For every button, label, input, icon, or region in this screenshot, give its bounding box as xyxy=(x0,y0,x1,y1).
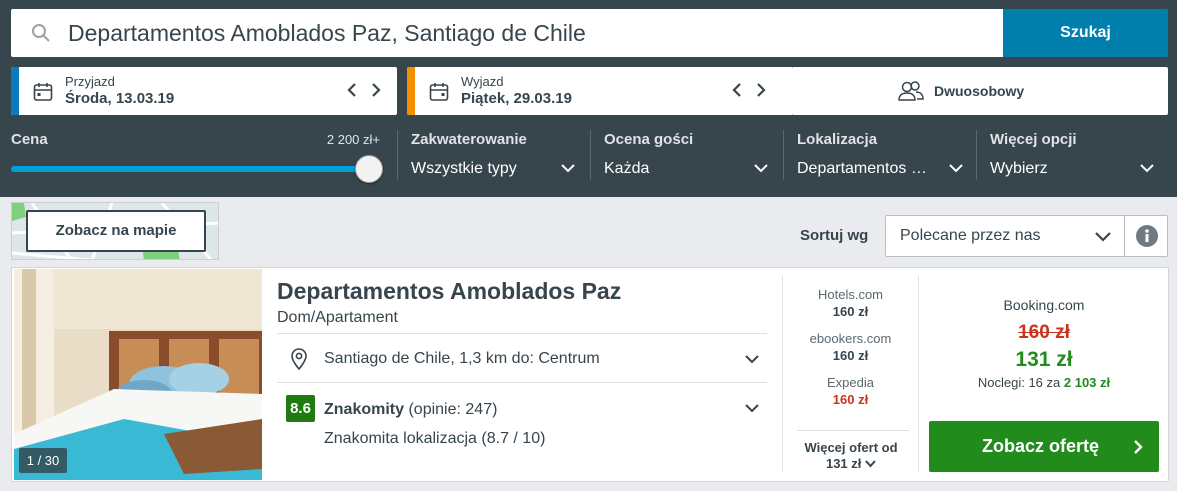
location-filter[interactable]: Lokalizacja Departamentos … xyxy=(797,131,963,177)
checkin-accent xyxy=(11,67,19,115)
more-offers-price: 131 zł xyxy=(825,456,862,471)
chevron-down-icon xyxy=(745,355,759,364)
accommodation-filter[interactable]: Zakwaterowanie Wszystkie typy xyxy=(411,131,577,177)
prev-day-icon[interactable] xyxy=(343,80,361,100)
rating-filter-label: Ocena gości xyxy=(604,131,694,148)
price-slider-track[interactable] xyxy=(11,166,369,172)
divider xyxy=(783,130,784,180)
price-option[interactable]: ebookers.com 160 zł xyxy=(783,331,918,363)
search-button[interactable]: Szukaj xyxy=(1003,9,1168,57)
chevron-down-icon xyxy=(754,164,768,173)
divider xyxy=(918,276,919,472)
more-options-value: Wybierz xyxy=(990,160,1048,177)
review-count: (opinie: 247) xyxy=(408,401,498,418)
guests-label: Dwuosobowy xyxy=(934,83,1025,99)
hotel-type: Dom/Apartament xyxy=(277,309,398,326)
view-offer-button[interactable]: Zobacz ofertę xyxy=(929,421,1159,472)
sort-value: Polecane przez nas xyxy=(900,227,1041,244)
calendar-icon xyxy=(33,83,53,101)
map-pin-icon xyxy=(291,348,307,370)
accommodation-filter-value: Wszystkie typy xyxy=(411,160,517,177)
checkin-date[interactable]: Przyjazd Środa, 13.03.19 xyxy=(11,67,397,115)
chevron-down-icon xyxy=(745,404,759,413)
current-price: 131 zł xyxy=(1015,348,1073,371)
checkout-label: Wyjazd xyxy=(461,74,504,89)
checkin-value: Środa, 13.03.19 xyxy=(65,90,175,107)
provider-name: Expedia xyxy=(827,375,874,390)
total-price: 2 103 zł xyxy=(1063,375,1111,390)
price-filter[interactable]: Cena 2 200 zł+ xyxy=(11,131,381,149)
provider-price: 160 zł xyxy=(832,348,869,363)
search-icon xyxy=(32,24,50,42)
location-filter-value: Departamentos … xyxy=(797,160,927,177)
price-option[interactable]: Expedia 160 zł xyxy=(783,375,918,407)
price-filter-label: Cena xyxy=(11,131,48,148)
rating-word: Znakomity xyxy=(324,401,405,418)
view-offer-label: Zobacz ofertę xyxy=(982,436,1100,456)
prev-day-icon[interactable] xyxy=(728,80,746,100)
people-icon xyxy=(898,81,924,101)
old-price: 160 zł xyxy=(1018,322,1070,343)
provider-name: Hotels.com xyxy=(817,287,884,302)
calendar-icon xyxy=(429,83,449,101)
show-map-button[interactable]: Zobacz na mapie xyxy=(26,210,206,252)
price-option[interactable]: Hotels.com 160 zł xyxy=(783,287,918,319)
chevron-down-icon xyxy=(949,164,963,173)
checkout-value: Piątek, 29.03.19 xyxy=(461,90,572,107)
chevron-right-icon xyxy=(1134,440,1143,454)
nights-text: Noclegi: 16 za xyxy=(977,375,1061,390)
chevron-down-icon xyxy=(561,164,575,173)
provider-name: ebookers.com xyxy=(809,331,892,346)
accommodation-filter-label: Zakwaterowanie xyxy=(411,131,527,148)
next-day-icon[interactable] xyxy=(752,80,770,100)
sort-label: Sortuj wg xyxy=(800,227,869,244)
price-slider-handle[interactable] xyxy=(355,155,383,183)
checkout-accent xyxy=(407,67,415,115)
rating-filter-value: Każda xyxy=(604,160,650,177)
checkout-date[interactable]: Wyjazd Piątek, 29.03.19 xyxy=(407,67,793,115)
photo-counter: 1 / 30 xyxy=(19,448,67,473)
provider-price: 160 zł xyxy=(832,304,869,319)
search-query[interactable]: Departamentos Amoblados Paz, Santiago de… xyxy=(68,18,586,48)
divider xyxy=(277,382,767,383)
stay-total: Noclegi: 16 za 2 103 zł xyxy=(929,375,1159,390)
chevron-down-icon xyxy=(1140,164,1154,173)
price-max-label: 2 200 zł+ xyxy=(326,132,380,147)
location-filter-label: Lokalizacja xyxy=(797,131,878,148)
rating-row[interactable]: Znakomity (opinie: 247) xyxy=(277,392,767,426)
hotel-location: Santiago de Chile, 1,3 km do: Centrum xyxy=(324,350,600,367)
main-offer-site: Booking.com xyxy=(1003,297,1085,313)
more-options-label: Więcej opcji xyxy=(990,131,1077,148)
sort-select[interactable]: Polecane przez nas xyxy=(885,215,1125,257)
sort-info-button[interactable] xyxy=(1124,215,1168,257)
more-options-filter[interactable]: Więcej opcji Wybierz xyxy=(990,131,1156,177)
more-offers-button[interactable]: Więcej ofert od 131 zł xyxy=(795,440,907,472)
location-row[interactable]: Santiago de Chile, 1,3 km do: Centrum xyxy=(277,336,767,382)
chevron-down-icon xyxy=(1095,232,1111,242)
divider xyxy=(590,130,591,180)
guests-selector[interactable]: Dwuosobowy xyxy=(792,67,1168,115)
checkin-label: Przyjazd xyxy=(65,74,115,89)
divider xyxy=(277,333,767,334)
hotel-name[interactable]: Departamentos Amoblados Paz xyxy=(277,278,621,305)
search-field[interactable]: Departamentos Amoblados Paz, Santiago de… xyxy=(11,9,1004,57)
chevron-down-icon xyxy=(865,460,876,468)
divider xyxy=(397,130,398,180)
more-offers-line1: Więcej ofert od xyxy=(804,440,898,455)
divider xyxy=(797,430,909,431)
location-rating: Znakomita lokalizacja (8.7 / 10) xyxy=(324,430,546,447)
rating-filter[interactable]: Ocena gości Każda xyxy=(604,131,770,177)
provider-price: 160 zł xyxy=(832,392,869,407)
divider xyxy=(976,130,977,180)
info-icon xyxy=(1136,225,1158,247)
next-day-icon[interactable] xyxy=(367,80,385,100)
rating-summary: Znakomity (opinie: 247) xyxy=(324,401,497,419)
